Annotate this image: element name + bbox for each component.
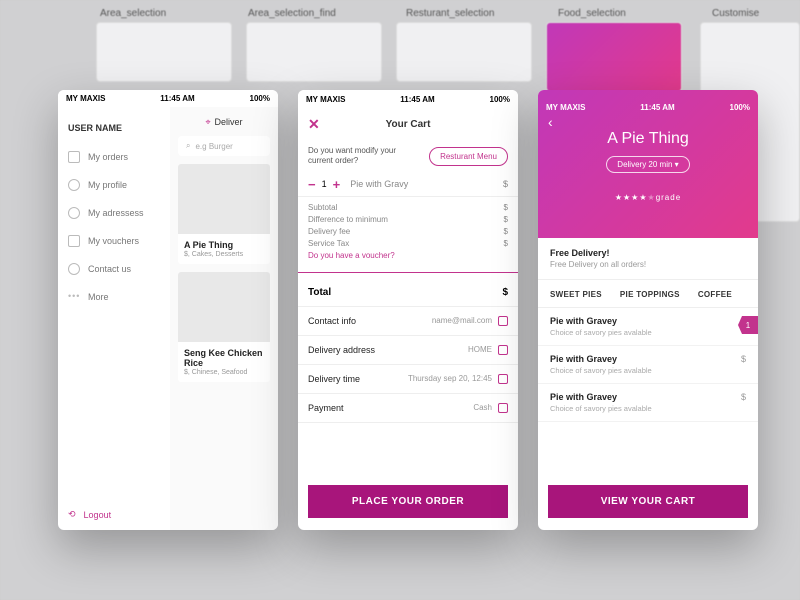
page-title: Your Cart: [386, 119, 431, 130]
place-order-button[interactable]: PLACE YOUR ORDER: [308, 485, 508, 518]
orders-icon: [68, 151, 80, 163]
tab-pie-toppings[interactable]: PIE TOPPINGS: [620, 290, 680, 299]
cart-item: − 1 + Pie with Gravy $: [298, 173, 518, 197]
delivery-time-pill[interactable]: Delivery 20 min ▾: [606, 156, 689, 173]
screen-cart: MY MAXIS 11:45 AM 100% ✕ Your Cart Do yo…: [298, 90, 518, 530]
qty-minus-button[interactable]: −: [308, 177, 316, 192]
status-time: 11:45 AM: [160, 94, 194, 103]
view-cart-button[interactable]: VIEW YOUR CART: [548, 485, 748, 518]
restaurant-image: [178, 272, 270, 342]
restaurant-card[interactable]: Seng Kee Chicken Rice $, Chinese, Seafoo…: [178, 272, 270, 382]
chevron-down-icon: ▾: [675, 160, 679, 169]
menu-item[interactable]: Pie with GraveyChoice of savory pies ava…: [538, 308, 758, 346]
bg-label: Area_selection: [100, 8, 166, 19]
total-row: Total$: [298, 279, 518, 307]
menu-item[interactable]: Pie with GraveyChoice of savory pies ava…: [538, 346, 758, 384]
tab-coffee[interactable]: COFFEE: [698, 290, 732, 299]
status-carrier: MY MAXIS: [66, 94, 105, 103]
back-icon[interactable]: ‹: [548, 114, 553, 130]
logout-icon: ⟲: [68, 509, 76, 520]
menu-my-profile[interactable]: My profile: [68, 179, 160, 191]
restaurant-subtitle: $, Chinese, Seafood: [178, 369, 270, 382]
contact-info-row[interactable]: Contact infoname@mail.com: [298, 307, 518, 336]
menu-my-vouchers[interactable]: My vouchers: [68, 235, 160, 247]
edit-icon[interactable]: [498, 403, 508, 413]
chat-icon: [68, 263, 80, 275]
rating-stars: ★★★★★grade: [538, 193, 758, 202]
status-bar: MY MAXIS 11:45 AM 100%: [58, 90, 278, 107]
restaurant-title: Seng Kee Chicken Rice: [178, 342, 270, 369]
side-menu: USER NAME My orders My profile My adress…: [58, 107, 170, 530]
pin-icon: ⌖: [205, 117, 210, 127]
menu-item[interactable]: Pie with GraveyChoice of savory pies ava…: [538, 384, 758, 422]
category-tabs: SWEET PIES PIE TOPPINGS COFFEE: [538, 280, 758, 308]
payment-row[interactable]: PaymentCash: [298, 394, 518, 423]
restaurant-card[interactable]: A Pie Thing $, Cakes, Desserts: [178, 164, 270, 264]
bg-label: Food_selection: [558, 8, 626, 19]
cart-header: ✕ Your Cart: [298, 108, 518, 140]
location-icon: [68, 207, 80, 219]
menu-my-addresses[interactable]: My adressess: [68, 207, 160, 219]
restaurant-title: A Pie Thing: [178, 234, 270, 251]
status-bar: MY MAXIS 11:45 AM 100%: [298, 90, 518, 108]
qty-value: 1: [322, 179, 327, 189]
search-icon: ⌕: [186, 141, 190, 151]
delivery-address-row[interactable]: Delivery addressHOME: [298, 336, 518, 365]
edit-icon[interactable]: [498, 345, 508, 355]
free-delivery-banner: Free Delivery! Free Delivery on all orde…: [538, 238, 758, 280]
close-icon[interactable]: ✕: [308, 116, 320, 133]
status-bar: MY MAXIS 11:45 AM 100%: [538, 98, 758, 116]
more-icon: •••: [68, 291, 80, 303]
divider: [298, 272, 518, 273]
voucher-icon: [68, 235, 80, 247]
restaurant-subtitle: $, Cakes, Desserts: [178, 251, 270, 264]
edit-icon[interactable]: [498, 316, 508, 326]
fee-breakdown: Subtotal$ Difference to minimum$ Deliver…: [298, 197, 518, 266]
screen-restaurant: MY MAXIS 11:45 AM 100% ‹ A Pie Thing Del…: [538, 90, 758, 530]
bg-label: Resturant_selection: [406, 8, 494, 19]
restaurant-menu-button[interactable]: Resturant Menu: [429, 147, 508, 166]
profile-icon: [68, 179, 80, 191]
screen-menu: MY MAXIS 11:45 AM 100% USER NAME My orde…: [58, 90, 278, 530]
deliver-to[interactable]: ⌖Deliver: [178, 117, 270, 128]
restaurant-image: [178, 164, 270, 234]
qty-plus-button[interactable]: +: [333, 177, 341, 192]
status-carrier: MY MAXIS: [546, 103, 585, 112]
cart-count-badge[interactable]: 1: [738, 316, 758, 334]
tab-sweet-pies[interactable]: SWEET PIES: [550, 290, 602, 299]
status-carrier: MY MAXIS: [306, 95, 345, 104]
user-name: USER NAME: [68, 123, 160, 133]
restaurant-feed: ⌖Deliver ⌕e.g Burger A Pie Thing $, Cake…: [170, 107, 278, 530]
status-battery: 100%: [730, 103, 750, 112]
status-battery: 100%: [490, 95, 510, 104]
restaurant-name: A Pie Thing: [538, 130, 758, 148]
restaurant-hero: MY MAXIS 11:45 AM 100% ‹ A Pie Thing Del…: [538, 90, 758, 238]
logout-button[interactable]: ⟲Logout: [68, 509, 160, 520]
search-input[interactable]: ⌕e.g Burger: [178, 136, 270, 156]
bg-label: Area_selection_find: [248, 8, 336, 19]
cart-item-name: Pie with Gravy: [350, 179, 503, 189]
menu-my-orders[interactable]: My orders: [68, 151, 160, 163]
cart-item-price: $: [503, 179, 508, 189]
bg-label: Customise: [712, 8, 759, 19]
edit-icon[interactable]: [498, 374, 508, 384]
modify-prompt: Do you want modify your current order?: [308, 146, 408, 167]
menu-contact-us[interactable]: Contact us: [68, 263, 160, 275]
voucher-link[interactable]: Do you have a voucher?: [308, 251, 508, 260]
delivery-time-row[interactable]: Delivery timeThursday sep 20, 12:45: [298, 365, 518, 394]
status-battery: 100%: [250, 94, 270, 103]
menu-more[interactable]: •••More: [68, 291, 160, 303]
status-time: 11:45 AM: [640, 103, 674, 112]
status-time: 11:45 AM: [400, 95, 434, 104]
